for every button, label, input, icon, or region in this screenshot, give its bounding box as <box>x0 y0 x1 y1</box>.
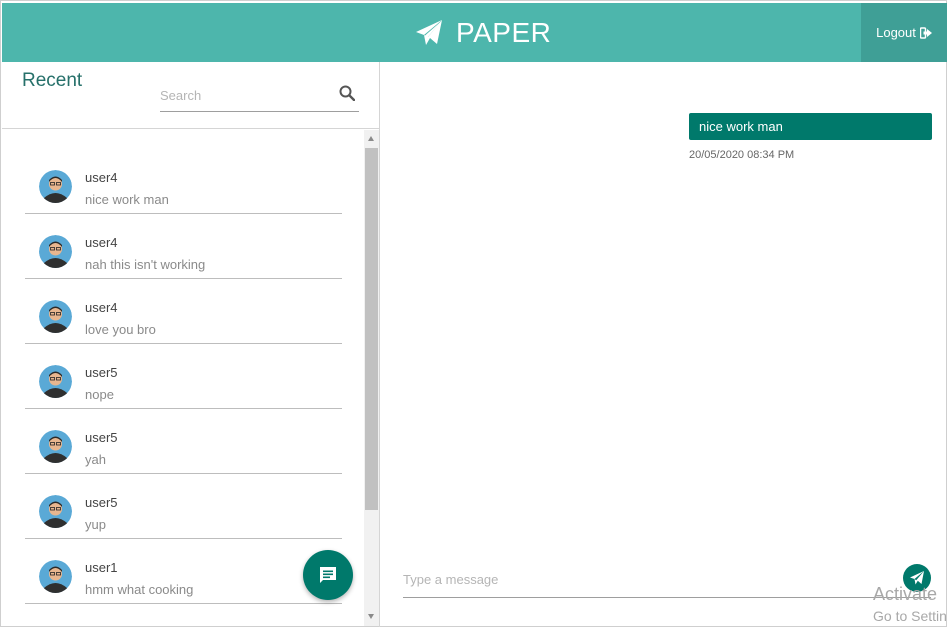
conversation-preview: nah this isn't working <box>85 257 206 272</box>
conversation-preview: love you bro <box>85 322 156 337</box>
conversation-user: user4 <box>85 300 118 315</box>
conversation-user: user5 <box>85 430 118 445</box>
search-input[interactable] <box>160 83 330 107</box>
logout-button[interactable]: Logout <box>861 3 947 62</box>
message-bubble: nice work man <box>689 113 932 140</box>
scroll-down-arrow-icon[interactable] <box>364 612 379 622</box>
chat-pane: nice work man 20/05/2020 08:34 PM <box>381 62 947 627</box>
sidebar-title: Recent <box>22 70 83 91</box>
user-avatar-icon <box>39 495 72 528</box>
conversation-item[interactable]: user4 nice work man <box>25 149 342 214</box>
app-title: PAPER <box>456 17 552 48</box>
sidebar: Recent user4 nice work man user4 nah thi… <box>2 62 380 627</box>
conversation-item[interactable]: user5 nope <box>25 344 342 409</box>
conversation-item[interactable]: user5 yup <box>25 474 342 539</box>
message-timestamp: 20/05/2020 08:34 PM <box>689 149 795 161</box>
activation-watermark-sub: Go to Settin <box>873 608 947 624</box>
conversation-preview: yah <box>85 452 106 467</box>
search-box <box>160 79 359 112</box>
conversation-item[interactable]: user4 love you bro <box>25 279 342 344</box>
user-avatar-icon <box>39 235 72 268</box>
conversation-preview: hmm what cooking <box>85 582 194 597</box>
conversation-user: user5 <box>85 495 118 510</box>
paper-plane-icon <box>416 20 442 45</box>
chat-icon <box>320 567 336 583</box>
compose-box <box>403 561 931 598</box>
user-avatar-icon <box>39 560 72 593</box>
scrollbar-thumb[interactable] <box>365 148 378 510</box>
user-avatar-icon <box>39 300 72 333</box>
app-header: PAPER Logout <box>2 3 947 62</box>
user-avatar-icon <box>39 430 72 463</box>
search-icon[interactable] <box>339 85 355 101</box>
conversation-preview: yup <box>85 517 106 532</box>
conversation-scrollbar[interactable] <box>364 130 379 626</box>
conversation-item[interactable]: user1 hmm what cooking <box>25 539 342 604</box>
app-window: PAPER Logout Recent user4 nice w <box>0 0 947 627</box>
conversation-item[interactable]: user4 nah this isn't working <box>25 214 342 279</box>
conversation-user: user5 <box>85 365 118 380</box>
activation-watermark: Activate <box>873 584 938 604</box>
conversation-list: user4 nice work man user4 nah this isn't… <box>2 129 362 627</box>
conversation-preview: nope <box>85 387 114 402</box>
brand: PAPER <box>414 17 551 49</box>
conversation-preview: nice work man <box>85 192 169 207</box>
logout-label: Logout <box>876 25 916 40</box>
user-avatar-icon <box>39 365 72 398</box>
message-input[interactable] <box>403 567 883 591</box>
sign-out-icon <box>919 26 932 39</box>
scroll-up-arrow-icon[interactable] <box>364 134 379 144</box>
conversation-user: user4 <box>85 170 118 185</box>
conversation-user: user4 <box>85 235 118 250</box>
conversation-user: user1 <box>85 560 118 575</box>
new-chat-button[interactable] <box>303 550 353 600</box>
conversation-item[interactable]: user5 yah <box>25 409 342 474</box>
user-avatar-icon <box>39 170 72 203</box>
